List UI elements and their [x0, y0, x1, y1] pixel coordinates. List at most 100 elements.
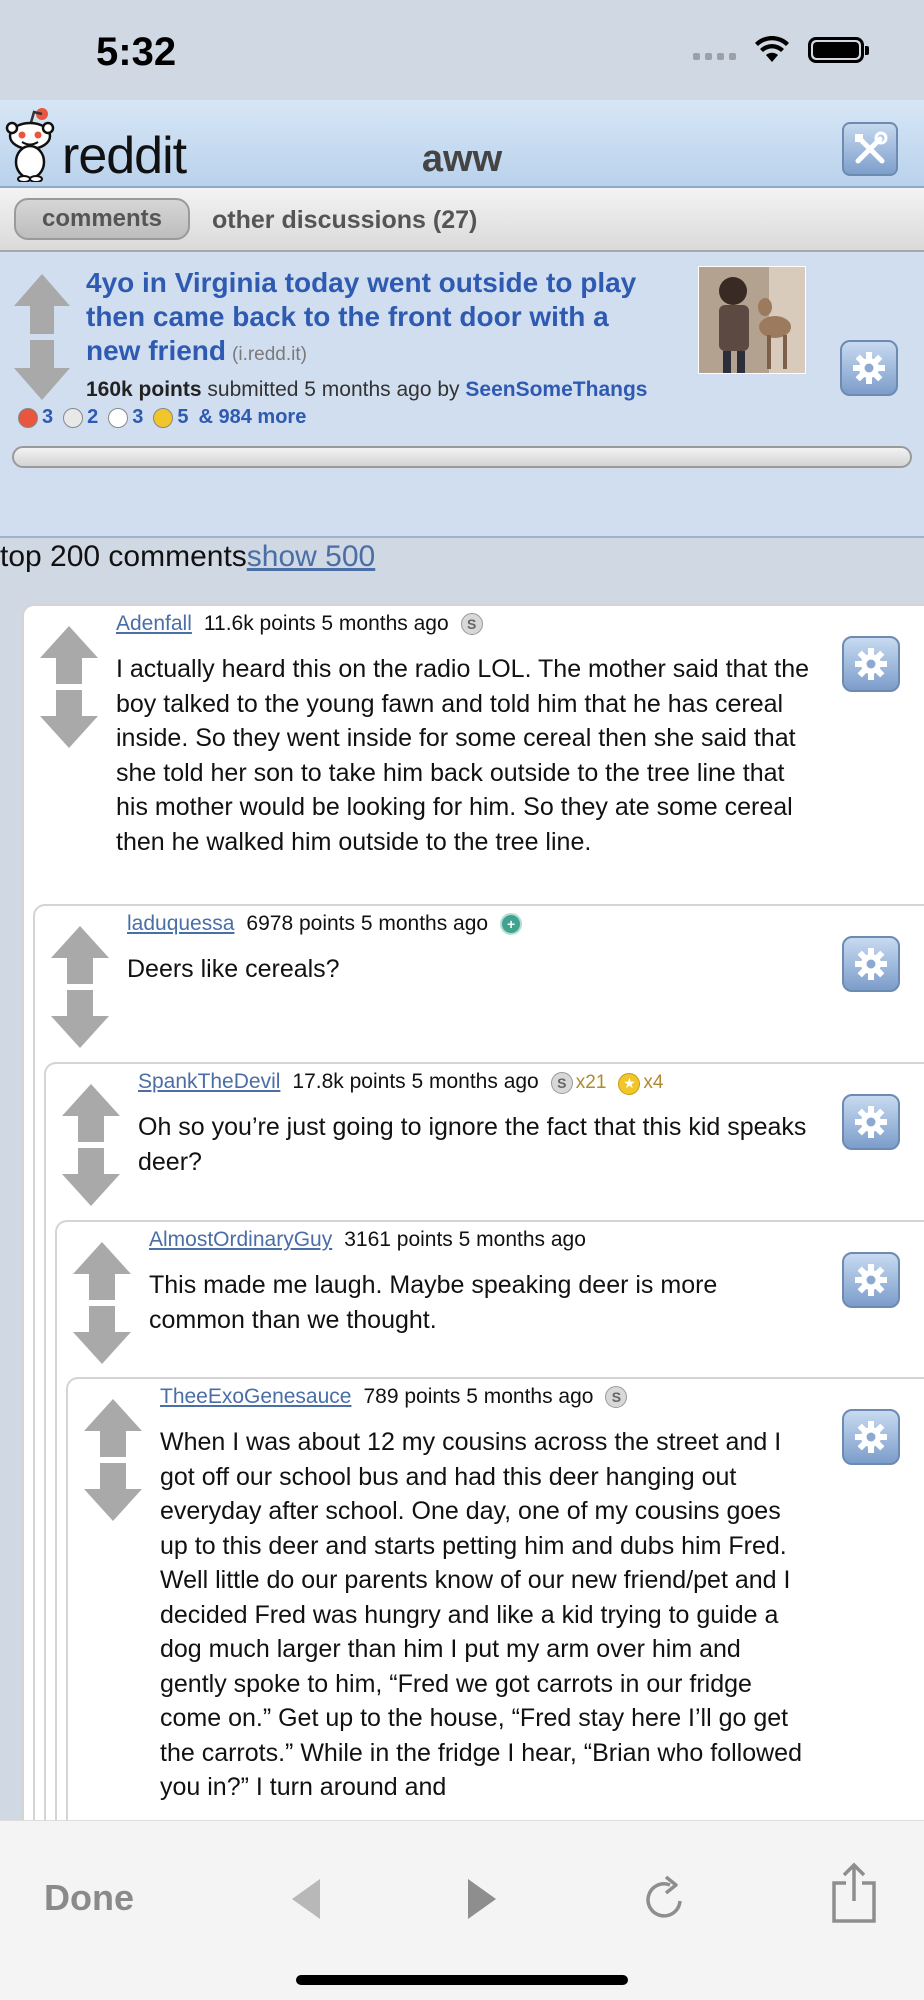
back-arrow-icon[interactable]	[286, 1871, 326, 1927]
silver-award-icon: S	[605, 1386, 628, 1408]
post-vote-arrows[interactable]	[12, 272, 72, 402]
post-by-label: by	[437, 378, 460, 401]
awards-more[interactable]: & 984 more	[199, 406, 307, 429]
comment-options-button[interactable]	[842, 636, 900, 692]
upvote-icon	[62, 1084, 120, 1142]
comments-count-label: top 200 comments	[0, 540, 247, 573]
cellular-signal-icon	[693, 40, 736, 60]
gear-icon	[855, 648, 887, 680]
comment-vote-arrows[interactable]	[71, 1240, 133, 1366]
thumbnail-image	[699, 267, 805, 373]
show-more-link[interactable]: show 500	[247, 540, 375, 573]
home-indicator	[296, 1975, 628, 1985]
tab-comments[interactable]: comments	[14, 198, 190, 240]
wifi-icon	[755, 36, 789, 62]
downvote-icon	[73, 1306, 131, 1364]
award-count-3: 3	[132, 406, 144, 428]
comments-header: top 200 commentsshow 500	[0, 540, 375, 574]
subreddit-title: aww	[421, 138, 503, 180]
post-options-button[interactable]	[840, 340, 898, 396]
comment-author[interactable]: Adenfall	[116, 612, 192, 636]
gear-icon	[855, 948, 887, 980]
post-submitted: submitted 5 months ago	[207, 378, 432, 401]
comment-author[interactable]: laduquessa	[127, 912, 234, 936]
comment-options-button[interactable]	[842, 1409, 900, 1465]
tab-other-discussions[interactable]: other discussions (27)	[212, 206, 477, 235]
gold-award-count: x4	[643, 1072, 664, 1093]
downvote-icon	[62, 1148, 120, 1206]
silver-award-icon: S	[460, 613, 483, 635]
tools-button[interactable]	[842, 122, 898, 176]
app-header: reddit aww	[0, 100, 924, 188]
comment-options-button[interactable]	[842, 1252, 900, 1308]
forward-arrow-icon[interactable]	[462, 1871, 502, 1927]
tabs-bar: comments other discussions (27)	[0, 188, 924, 252]
comment-vote-arrows[interactable]	[38, 624, 100, 750]
bottom-toolbar: Done	[0, 1820, 924, 2000]
downvote-icon	[51, 990, 109, 1048]
silver-award-icon: S	[550, 1072, 573, 1095]
comment-author[interactable]: TheeExoGenesauce	[160, 1385, 351, 1409]
comment-points: 6978 points 5 months ago	[246, 912, 489, 935]
post-domain[interactable]: (i.redd.it)	[232, 344, 307, 365]
upvote-icon	[14, 274, 70, 334]
comment-body: When I was about 12 my cousins across th…	[160, 1428, 802, 1801]
comment-vote-arrows[interactable]	[49, 924, 111, 1050]
battery-icon	[808, 37, 869, 63]
comment-meta: SpankTheDevil 17.8k points 5 months ago …	[138, 1070, 663, 1095]
comment-body: I actually heard this on the radio LOL. …	[116, 655, 810, 856]
comment-meta: laduquessa 6978 points 5 months ago +	[127, 912, 523, 936]
downvote-icon	[84, 1463, 142, 1521]
upvote-icon	[40, 626, 98, 684]
comment-body: Deers like cereals?	[127, 955, 340, 983]
tools-icon	[855, 131, 888, 164]
comment-options-button[interactable]	[842, 936, 900, 992]
award-icon-3	[108, 407, 129, 428]
comment-meta: TheeExoGenesauce 789 points 5 months ago…	[160, 1385, 628, 1409]
comment-meta: Adenfall 11.6k points 5 months ago S	[116, 612, 483, 636]
post-points: 160k points	[86, 378, 202, 401]
comment-meta: AlmostOrdinaryGuy 3161 points 5 months a…	[149, 1228, 586, 1252]
gear-icon	[855, 1421, 887, 1453]
post-progress-bar	[12, 446, 912, 468]
plus-award-icon: +	[500, 913, 523, 935]
award-icon-4	[153, 407, 174, 428]
comment-body: This made me laugh. Maybe speaking deer …	[149, 1271, 718, 1334]
upvote-icon	[73, 1242, 131, 1300]
gear-icon	[855, 1264, 887, 1296]
post-author[interactable]: SeenSomeThangs	[465, 378, 647, 401]
award-icon-1	[18, 407, 38, 428]
status-bar: 5:32	[0, 0, 924, 100]
silver-award-count: x21	[575, 1072, 607, 1094]
share-icon[interactable]	[830, 1861, 878, 1925]
gear-icon	[855, 1106, 887, 1138]
award-icon-2	[63, 407, 84, 428]
downvote-icon	[40, 690, 98, 748]
comment-points: 789 points 5 months ago	[363, 1385, 594, 1408]
comment-reply: TheeExoGenesauce 789 points 5 months ago…	[66, 1377, 924, 1820]
comment-points: 3161 points 5 months ago	[344, 1228, 586, 1251]
downvote-icon	[14, 340, 70, 400]
comment-points: 17.8k points 5 months ago	[292, 1070, 539, 1094]
award-count-4: 5	[177, 406, 189, 428]
comment-options-button[interactable]	[842, 1094, 900, 1150]
gear-icon	[853, 352, 885, 384]
status-icons	[693, 36, 869, 64]
upvote-icon	[84, 1399, 142, 1457]
refresh-icon[interactable]	[640, 1871, 690, 1927]
post-awards[interactable]: 3 2 3 5 & 984 more	[18, 406, 306, 429]
post-meta: 160k points submitted 5 months ago by Se…	[86, 378, 647, 402]
comment-points: 11.6k points 5 months ago	[203, 612, 449, 635]
post-title-text[interactable]: 4yo in Virginia today went outside to pl…	[86, 267, 636, 366]
gold-award-icon: ★	[618, 1072, 641, 1095]
comment-vote-arrows[interactable]	[60, 1082, 122, 1208]
comment-author[interactable]: AlmostOrdinaryGuy	[149, 1228, 332, 1252]
status-time: 5:32	[96, 30, 177, 74]
comment-author[interactable]: SpankTheDevil	[138, 1070, 280, 1094]
done-button[interactable]: Done	[44, 1877, 134, 1919]
award-count-1: 3	[42, 406, 54, 428]
post-thumbnail[interactable]	[698, 266, 806, 374]
comment-vote-arrows[interactable]	[82, 1397, 144, 1523]
post-title[interactable]: 4yo in Virginia today went outside to pl…	[86, 266, 666, 372]
comment-body: Oh so you’re just going to ignore the fa…	[138, 1113, 807, 1176]
